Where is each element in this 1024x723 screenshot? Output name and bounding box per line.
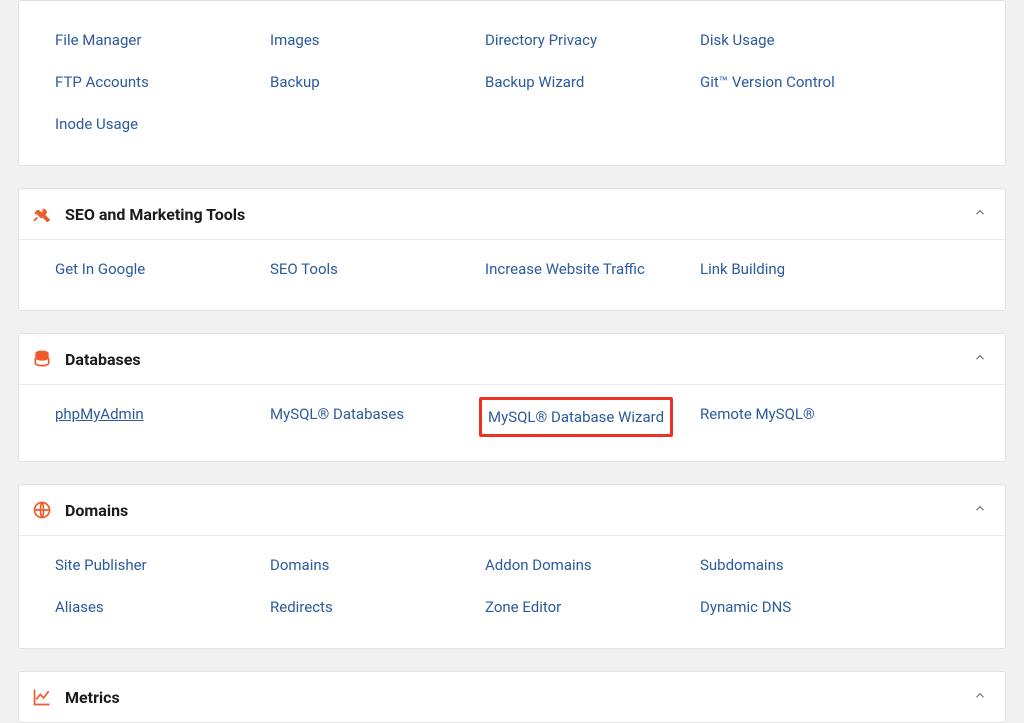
files-link-grid: File Manager Images Directory Privacy Di… (55, 19, 995, 145)
link-domains[interactable]: Domains (270, 544, 485, 586)
link-backup[interactable]: Backup (270, 61, 485, 103)
link-seo-tools[interactable]: SEO Tools (270, 248, 485, 290)
link-subdomains[interactable]: Subdomains (700, 544, 915, 586)
section-files-body: File Manager Images Directory Privacy Di… (19, 1, 1005, 165)
globe-icon (31, 499, 53, 521)
domains-link-grid: Site Publisher Domains Addon Domains Sub… (55, 544, 995, 628)
link-zone-editor[interactable]: Zone Editor (485, 586, 700, 628)
section-databases-header[interactable]: Databases (19, 334, 1005, 384)
chevron-up-icon (973, 688, 987, 707)
databases-link-grid: phpMyAdmin MySQL® Databases MySQL® Datab… (55, 393, 995, 441)
link-site-publisher[interactable]: Site Publisher (55, 544, 270, 586)
link-backup-wizard[interactable]: Backup Wizard (485, 61, 700, 103)
link-git-version-control[interactable]: Git™ Version Control (700, 61, 915, 103)
link-phpmyadmin[interactable]: phpMyAdmin (55, 393, 270, 441)
link-directory-privacy[interactable]: Directory Privacy (485, 19, 700, 61)
chevron-up-icon (973, 205, 987, 224)
section-seo-header[interactable]: SEO and Marketing Tools (19, 189, 1005, 239)
highlight-box: MySQL® Database Wizard (479, 397, 673, 437)
link-mysql-database-wizard[interactable]: MySQL® Database Wizard (485, 393, 700, 441)
section-databases-title: Databases (65, 350, 141, 369)
section-files: File Manager Images Directory Privacy Di… (18, 0, 1006, 166)
section-seo-body: Get In Google SEO Tools Increase Website… (19, 239, 1005, 310)
link-images[interactable]: Images (270, 19, 485, 61)
section-databases-body: phpMyAdmin MySQL® Databases MySQL® Datab… (19, 384, 1005, 461)
section-seo-title: SEO and Marketing Tools (65, 205, 245, 224)
section-domains-header[interactable]: Domains (19, 485, 1005, 535)
link-redirects[interactable]: Redirects (270, 586, 485, 628)
section-seo: SEO and Marketing Tools Get In Google SE… (18, 188, 1006, 311)
link-remote-mysql[interactable]: Remote MySQL® (700, 393, 915, 441)
tools-icon (31, 203, 53, 225)
chevron-up-icon (973, 501, 987, 520)
section-domains-body: Site Publisher Domains Addon Domains Sub… (19, 535, 1005, 648)
seo-link-grid: Get In Google SEO Tools Increase Website… (55, 248, 995, 290)
link-link-building[interactable]: Link Building (700, 248, 915, 290)
link-increase-website-traffic[interactable]: Increase Website Traffic (485, 248, 700, 290)
link-addon-domains[interactable]: Addon Domains (485, 544, 700, 586)
link-ftp-accounts[interactable]: FTP Accounts (55, 61, 270, 103)
chart-icon (31, 686, 53, 708)
link-aliases[interactable]: Aliases (55, 586, 270, 628)
section-databases: Databases phpMyAdmin MySQL® Databases My… (18, 333, 1006, 462)
section-metrics: Metrics (18, 671, 1006, 723)
link-dynamic-dns[interactable]: Dynamic DNS (700, 586, 915, 628)
section-domains-title: Domains (65, 501, 128, 520)
link-get-in-google[interactable]: Get In Google (55, 248, 270, 290)
section-domains: Domains Site Publisher Domains Addon Dom… (18, 484, 1006, 649)
database-icon (31, 348, 53, 370)
link-inode-usage[interactable]: Inode Usage (55, 103, 270, 145)
link-mysql-databases[interactable]: MySQL® Databases (270, 393, 485, 441)
link-disk-usage[interactable]: Disk Usage (700, 19, 915, 61)
link-file-manager[interactable]: File Manager (55, 19, 270, 61)
section-metrics-header[interactable]: Metrics (19, 672, 1005, 722)
chevron-up-icon (973, 350, 987, 369)
section-metrics-title: Metrics (65, 688, 120, 707)
